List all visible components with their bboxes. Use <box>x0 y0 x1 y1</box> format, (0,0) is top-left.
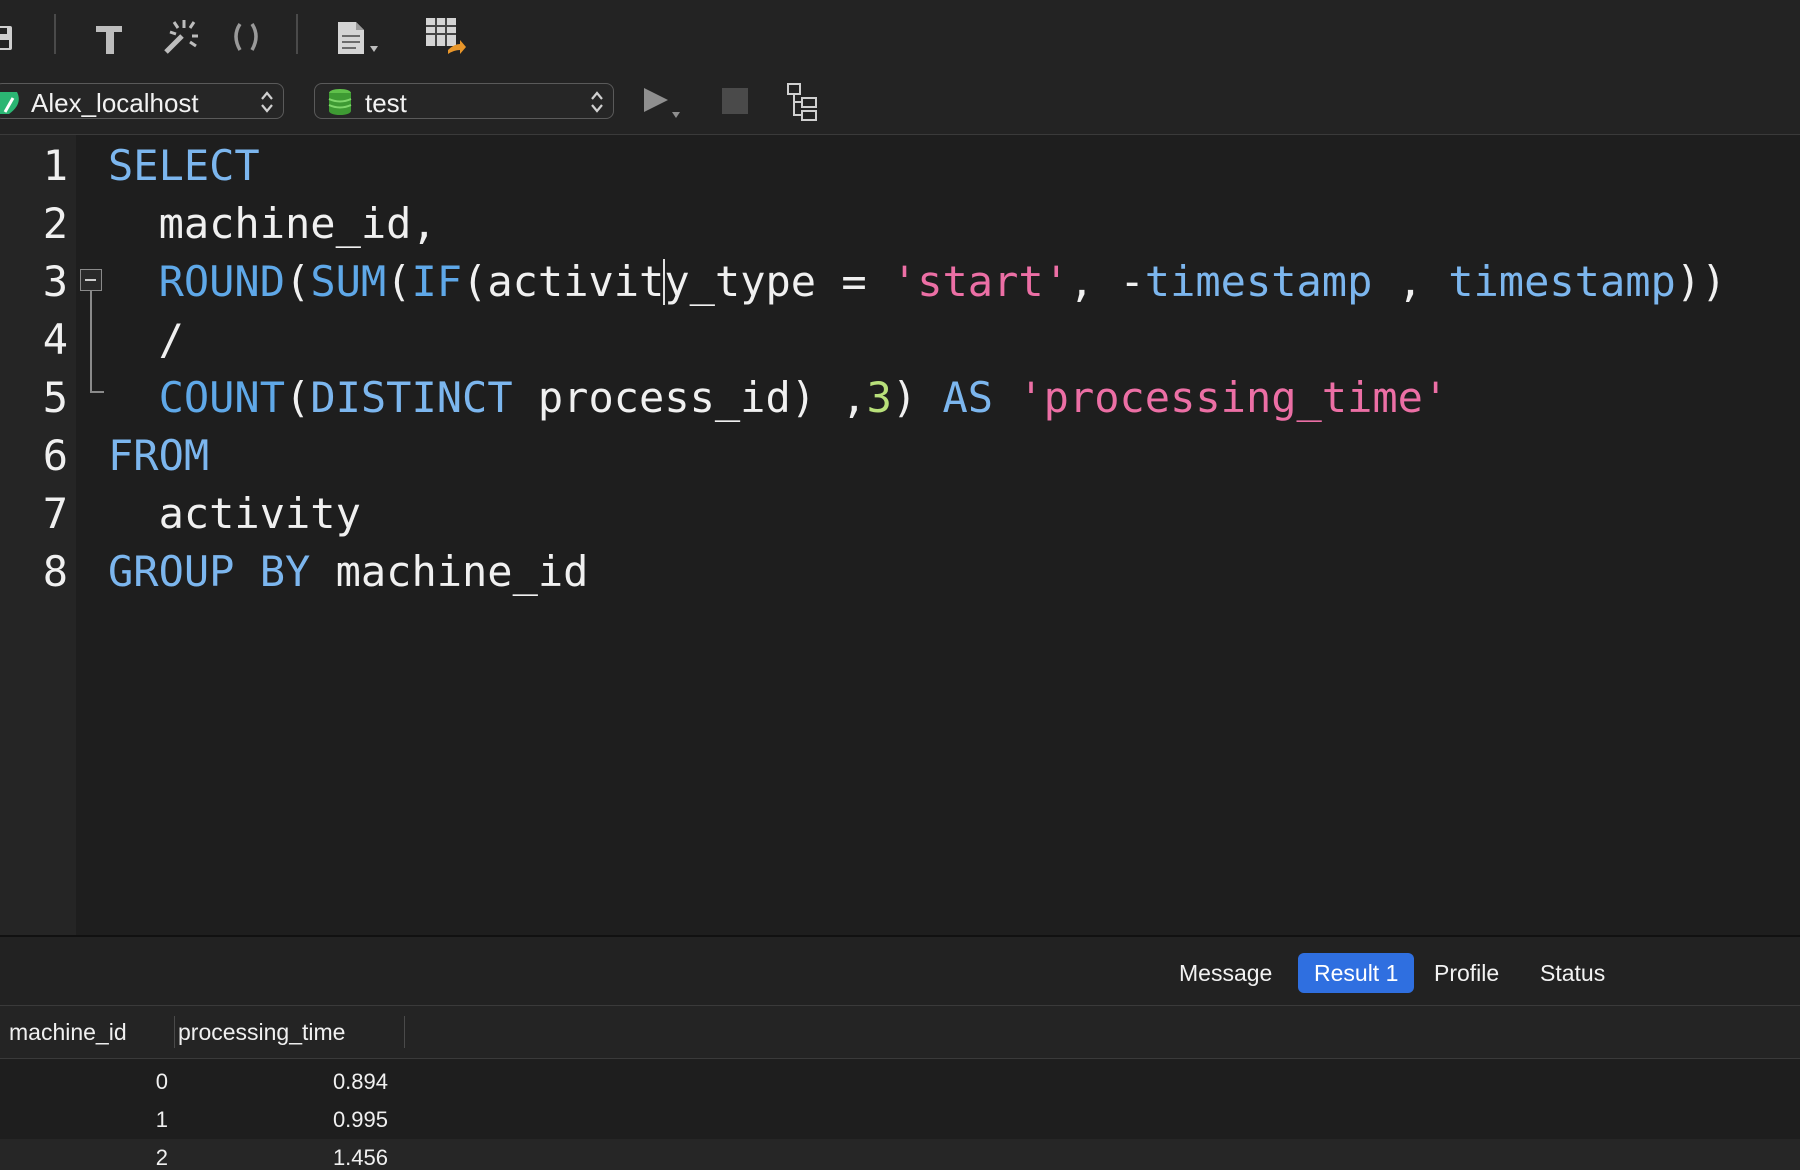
column-separator[interactable] <box>174 1016 175 1048</box>
fold-guide <box>90 291 92 391</box>
code-token: COUNT <box>158 373 286 422</box>
code-token: 'processing_time' <box>1018 373 1449 422</box>
code-token: FROM <box>108 431 210 480</box>
code-token: GROUP BY <box>108 547 311 596</box>
text-cursor <box>663 259 665 305</box>
code-line[interactable]: SELECT <box>108 137 260 195</box>
connection-icon <box>0 88 23 121</box>
result-tabs: Message Result 1 Profile Status <box>0 937 1800 1006</box>
code-token: IF <box>411 257 463 306</box>
code-token: 3 <box>866 373 892 422</box>
code-token: activity <box>108 489 361 538</box>
code-token: , <box>1372 257 1449 306</box>
code-line[interactable]: COUNT(DISTINCT process_id) ,3) AS 'proce… <box>108 369 1449 427</box>
server-name: Alex_localhost <box>31 88 199 118</box>
tab-status[interactable]: Status <box>1524 953 1621 993</box>
toolbar-separator <box>296 14 298 54</box>
code-line[interactable]: GROUP BY machine_id <box>108 543 588 601</box>
hammer-icon[interactable] <box>86 10 136 60</box>
code-token: SELECT <box>108 141 260 190</box>
line-number: 6 <box>42 431 68 480</box>
code-token: ROUND <box>158 257 286 306</box>
line-number: 7 <box>42 489 68 538</box>
code-line[interactable]: ROUND(SUM(IF(activity_type = 'start', -t… <box>108 253 1727 311</box>
code-line[interactable]: / <box>108 311 184 369</box>
stop-icon[interactable] <box>722 88 748 114</box>
column-header-processing-time[interactable]: processing_time <box>178 1006 345 1058</box>
line-number: 8 <box>42 547 68 596</box>
code-token: , - <box>1068 257 1145 306</box>
updown-arrows-icon <box>261 91 273 113</box>
line-number-gutter: 1 2 3 4 5 6 7 8 <box>0 135 76 935</box>
tab-message[interactable]: Message <box>1163 953 1288 993</box>
grid-header: machine_id processing_time <box>0 1006 1800 1059</box>
tab-profile[interactable]: Profile <box>1418 953 1515 993</box>
updown-arrows-icon <box>591 91 603 113</box>
document-icon[interactable] <box>332 10 382 60</box>
cell-processing-time[interactable]: 1.456 <box>178 1139 388 1170</box>
code-line[interactable]: machine_id, <box>108 195 437 253</box>
tab-result-1[interactable]: Result 1 <box>1298 953 1415 993</box>
code-token: 'start' <box>891 257 1069 306</box>
code-token: timestamp <box>1144 257 1373 306</box>
code-token: ( <box>386 257 412 306</box>
code-token: ( <box>285 257 311 306</box>
column-header-machine-id[interactable]: machine_id <box>9 1006 127 1058</box>
table-export-icon[interactable] <box>420 10 470 60</box>
code-token: AS <box>942 373 994 422</box>
code-token: ) <box>891 373 943 422</box>
sql-editor-window: Alex_localhost test 1 2 3 4 5 6 7 8 SELE… <box>0 0 1800 1170</box>
code-line[interactable]: activity <box>108 485 361 543</box>
connection-bar: Alex_localhost test <box>0 72 1800 135</box>
sql-editor[interactable]: 1 2 3 4 5 6 7 8 SELECT machine_id, ROUND… <box>0 135 1800 935</box>
parentheses-icon[interactable] <box>222 10 272 60</box>
cell-machine-id[interactable]: 0 <box>0 1063 168 1101</box>
table-row[interactable]: 2 1.456 <box>0 1139 1800 1170</box>
code-token: machine_id, <box>108 199 437 248</box>
explain-icon[interactable] <box>784 80 828 124</box>
run-icon[interactable] <box>640 80 690 124</box>
code-token: )) <box>1675 257 1727 306</box>
line-number: 5 <box>42 373 68 422</box>
table-row[interactable]: 0 0.894 <box>0 1063 1800 1101</box>
toolbar <box>0 0 1800 72</box>
code-token: machine_id <box>310 547 589 596</box>
database-icon <box>327 88 353 121</box>
line-number: 1 <box>42 141 68 190</box>
database-name: test <box>365 88 407 118</box>
code-token: SUM <box>310 257 387 306</box>
cell-processing-time[interactable]: 0.995 <box>178 1101 388 1139</box>
database-selector[interactable]: test <box>314 83 614 119</box>
line-number: 3 <box>42 257 68 306</box>
result-grid: machine_id processing_time 0 0.894 1 0.9… <box>0 1006 1800 1170</box>
server-selector[interactable]: Alex_localhost <box>0 83 284 119</box>
code-token: (activity_type = <box>462 257 892 306</box>
code-token: timestamp <box>1448 257 1676 306</box>
code-token: / <box>108 315 184 364</box>
fold-guide-end <box>90 391 104 393</box>
code-token: ( <box>285 373 311 422</box>
line-number: 4 <box>42 315 68 364</box>
column-separator[interactable] <box>404 1016 405 1048</box>
toolbar-separator <box>54 14 56 54</box>
code-line[interactable]: FROM <box>108 427 209 485</box>
line-number: 2 <box>42 199 68 248</box>
fold-toggle[interactable] <box>80 269 102 291</box>
cell-machine-id[interactable]: 1 <box>0 1101 168 1139</box>
save-icon[interactable] <box>0 10 42 60</box>
code-token: process_id) , <box>512 373 867 422</box>
magic-wand-icon[interactable] <box>152 10 202 60</box>
cell-processing-time[interactable]: 0.894 <box>178 1063 388 1101</box>
cell-machine-id[interactable]: 2 <box>0 1139 168 1170</box>
table-row[interactable]: 1 0.995 <box>0 1101 1800 1139</box>
code-token: DISTINCT <box>310 373 513 422</box>
